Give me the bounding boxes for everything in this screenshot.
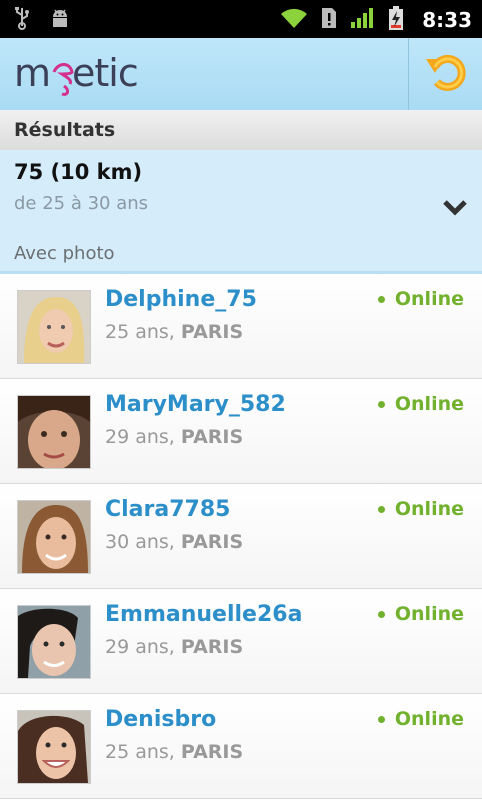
profile-details: 30 ans, PARIS	[105, 531, 243, 553]
profile-age: 25 ans,	[105, 741, 175, 763]
online-status: Online	[377, 708, 464, 730]
online-status: Online	[377, 603, 464, 625]
status-bar: 8:33	[0, 0, 482, 38]
results-section-header: Résultats	[0, 110, 482, 151]
avatar[interactable]	[17, 395, 91, 469]
list-item[interactable]: Emmanuelle26a 29 ans, PARIS Online	[0, 589, 482, 694]
android-debug-icon	[48, 6, 72, 34]
online-label: Online	[394, 498, 464, 520]
profile-city: PARIS	[180, 741, 244, 763]
online-label: Online	[394, 288, 464, 310]
list-item[interactable]: Denisbro 25 ans, PARIS Online	[0, 694, 482, 799]
criteria-age-range: de 25 à 30 ans	[14, 193, 149, 214]
refresh-icon	[423, 49, 469, 99]
profile-age: 29 ans,	[105, 636, 175, 658]
online-status: Online	[377, 393, 464, 415]
profile-city: PARIS	[180, 531, 244, 553]
wifi-icon	[280, 6, 308, 34]
online-status: Online	[377, 288, 464, 310]
profile-age: 25 ans,	[105, 321, 175, 343]
profile-city: PARIS	[180, 321, 244, 343]
criteria-location: 75 (10 km)	[14, 160, 143, 184]
svg-text:m: m	[14, 51, 50, 95]
avatar[interactable]	[17, 500, 91, 574]
svg-text:etic: etic	[72, 51, 138, 95]
list-item[interactable]: Clara7785 30 ans, PARIS Online	[0, 484, 482, 589]
refresh-button[interactable]	[408, 38, 482, 110]
search-criteria-panel[interactable]: 75 (10 km) de 25 à 30 ans Avec photo	[0, 150, 482, 274]
online-dot-icon	[377, 505, 385, 513]
profile-details: 29 ans, PARIS	[105, 426, 243, 448]
profile-age: 30 ans,	[105, 531, 175, 553]
profile-age: 29 ans,	[105, 426, 175, 448]
online-dot-icon	[377, 295, 385, 303]
profile-name[interactable]: Emmanuelle26a	[105, 602, 302, 627]
online-dot-icon	[377, 610, 385, 618]
app-header: m etic	[0, 38, 482, 111]
usb-icon	[14, 6, 30, 34]
profile-city: PARIS	[180, 636, 244, 658]
chevron-down-icon[interactable]	[442, 198, 468, 220]
avatar[interactable]	[17, 290, 91, 364]
list-item[interactable]: Delphine_75 25 ans, PARIS Online	[0, 274, 482, 379]
online-status: Online	[377, 498, 464, 520]
profile-name[interactable]: Delphine_75	[105, 287, 257, 312]
notification-icon	[320, 6, 338, 34]
battery-charging-icon	[388, 5, 404, 35]
criteria-photo-filter: Avec photo	[14, 243, 115, 264]
profile-name[interactable]: Clara7785	[105, 497, 230, 522]
profile-details: 25 ans, PARIS	[105, 741, 243, 763]
profile-city: PARIS	[180, 426, 244, 448]
online-label: Online	[394, 393, 464, 415]
clock: 8:33	[422, 8, 472, 32]
profile-details: 25 ans, PARIS	[105, 321, 243, 343]
results-list: Delphine_75 25 ans, PARIS Online MaryMar…	[0, 274, 482, 799]
profile-name[interactable]: Denisbro	[105, 707, 216, 732]
avatar[interactable]	[17, 710, 91, 784]
avatar[interactable]	[17, 605, 91, 679]
profile-details: 29 ans, PARIS	[105, 636, 243, 658]
list-item[interactable]: MaryMary_582 29 ans, PARIS Online	[0, 379, 482, 484]
online-dot-icon	[377, 400, 385, 408]
profile-name[interactable]: MaryMary_582	[105, 392, 286, 417]
online-dot-icon	[377, 715, 385, 723]
signal-icon	[350, 6, 376, 34]
meetic-logo: m etic	[14, 46, 149, 102]
online-label: Online	[394, 603, 464, 625]
section-title: Résultats	[14, 119, 116, 141]
online-label: Online	[394, 708, 464, 730]
